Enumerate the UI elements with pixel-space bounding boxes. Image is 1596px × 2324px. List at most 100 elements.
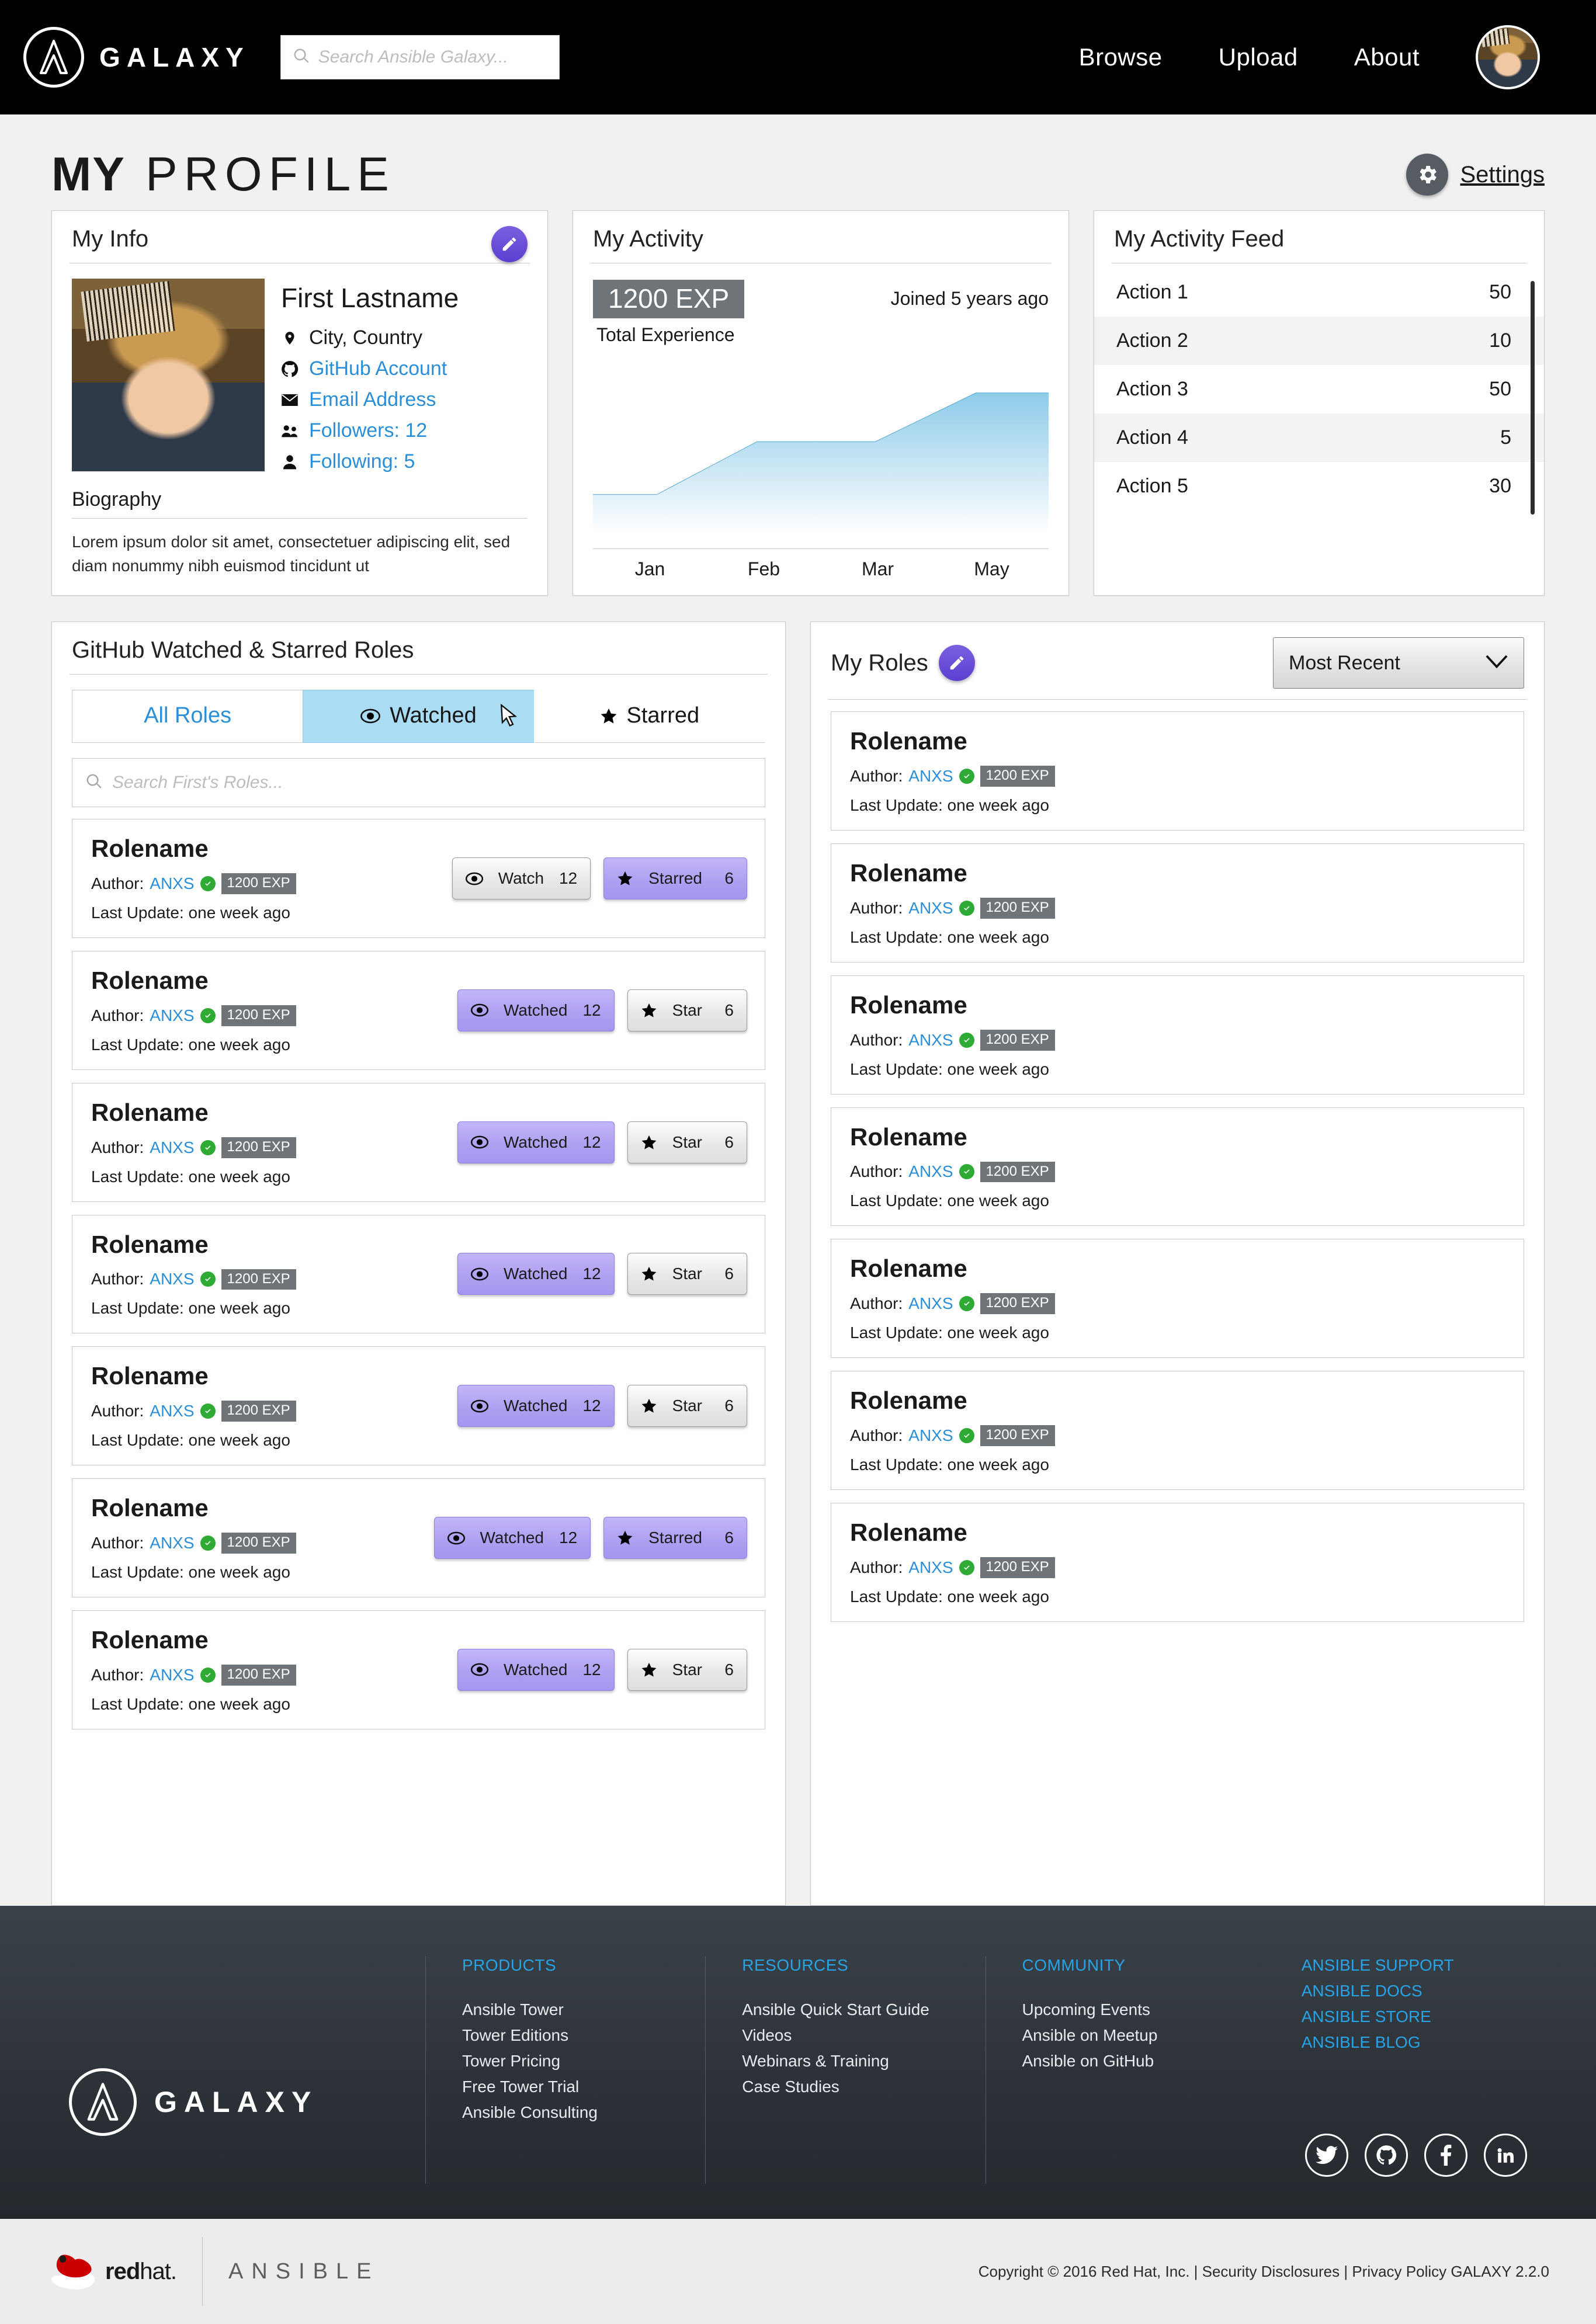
footer-link[interactable]: Free Tower Trial [462,2078,705,2096]
github-role-item[interactable]: Rolename Author: ANXS 1200 EXP Last Update: … [72,1610,765,1729]
list-item[interactable]: Action 4 5 [1094,414,1544,462]
meta-followers[interactable]: Followers: 12 [281,419,528,442]
watch-toggle-button[interactable]: Watched 12 [457,1385,615,1427]
github-role-item[interactable]: Rolename Author: ANXS 1200 EXP Last Update: … [72,1082,765,1202]
brand-logo[interactable]: GALAXY [23,27,250,88]
roles-search[interactable] [72,758,765,808]
meta-email[interactable]: Email Address [281,388,528,411]
role-author-link[interactable]: ANXS [908,899,953,918]
meta-followers-label[interactable]: Followers: 12 [309,419,427,442]
my-roles-sort-select[interactable]: Most Recent [1273,637,1524,689]
watch-toggle-button[interactable]: Watched 12 [457,1253,615,1295]
global-search[interactable] [280,35,560,79]
role-author-link[interactable]: ANXS [150,1270,194,1288]
meta-following-label[interactable]: Following: 5 [309,450,415,473]
my-role-item[interactable]: Rolename Author: ANXS 1200 EXP Last Update: … [831,711,1524,831]
footer-link[interactable]: Ansible on Meetup [1022,2026,1265,2045]
watch-toggle-button[interactable]: Watched 12 [433,1517,591,1559]
footer-link[interactable]: Ansible Tower [462,2000,705,2019]
star-toggle-button[interactable]: Starred 6 [603,857,747,900]
footer-link[interactable]: Case Studies [742,2078,985,2096]
roles-search-input[interactable] [112,773,752,793]
tab-all-roles[interactable]: All Roles [72,690,304,744]
footer-link[interactable]: Upcoming Events [1022,2000,1265,2019]
watch-toggle-button[interactable]: Watched 12 [457,1648,615,1691]
github-role-item[interactable]: Rolename Author: ANXS 1200 EXP Last Update: … [72,950,765,1070]
role-name[interactable]: Rolename [850,859,1506,887]
role-author-link[interactable]: ANXS [908,1031,953,1050]
role-name[interactable]: Rolename [850,1255,1506,1283]
watch-toggle-button[interactable]: Watched 12 [457,989,615,1031]
watch-toggle-button[interactable]: Watch 12 [452,857,591,900]
role-author-link[interactable]: ANXS [150,1006,194,1025]
tab-starred[interactable]: Starred [533,690,765,744]
footer-link[interactable]: Videos [742,2026,985,2045]
footer-link-ansible-blog[interactable]: ANSIBLE BLOG [1302,2033,1545,2052]
role-author-link[interactable]: ANXS [908,1426,953,1445]
my-role-item[interactable]: Rolename Author: ANXS 1200 EXP Last Update: … [831,1371,1524,1490]
meta-github[interactable]: GitHub Account [281,357,528,380]
star-toggle-button[interactable]: Star 6 [627,1121,747,1163]
role-name[interactable]: Rolename [91,1099,457,1127]
activity-feed-scrollbar[interactable] [1531,281,1535,515]
role-author-link[interactable]: ANXS [150,874,194,893]
meta-following[interactable]: Following: 5 [281,450,528,473]
github-icon[interactable] [1365,2134,1408,2177]
role-name[interactable]: Rolename [91,967,457,995]
role-name[interactable]: Rolename [850,727,1506,755]
role-author-link[interactable]: ANXS [150,1138,194,1157]
list-item[interactable]: Action 3 50 [1094,365,1544,414]
role-name[interactable]: Rolename [91,835,452,863]
footer-link[interactable]: Webinars & Training [742,2052,985,2071]
my-role-item[interactable]: Rolename Author: ANXS 1200 EXP Last Update: … [831,1107,1524,1227]
settings-link[interactable]: Settings [1406,154,1545,196]
nav-link-about[interactable]: About [1354,43,1420,71]
star-toggle-button[interactable]: Star 6 [627,989,747,1031]
star-toggle-button[interactable]: Star 6 [627,1253,747,1295]
linkedin-icon[interactable] [1484,2134,1527,2177]
list-item[interactable]: Action 5 30 [1094,462,1544,510]
star-toggle-button[interactable]: Starred 6 [603,1517,747,1559]
role-author-link[interactable]: ANXS [150,1534,194,1552]
facebook-icon[interactable] [1424,2134,1467,2177]
role-author-link[interactable]: ANXS [150,1402,194,1420]
footer-link-ansible-support[interactable]: ANSIBLE SUPPORT [1302,1956,1545,1975]
role-author-link[interactable]: ANXS [150,1666,194,1684]
settings-label[interactable]: Settings [1460,162,1545,188]
edit-profile-button[interactable] [491,226,528,262]
github-role-item[interactable]: Rolename Author: ANXS 1200 EXP Last Update: … [72,819,765,938]
nav-link-upload[interactable]: Upload [1219,43,1298,71]
watch-toggle-button[interactable]: Watched 12 [457,1121,615,1163]
github-role-item[interactable]: Rolename Author: ANXS 1200 EXP Last Update: … [72,1214,765,1334]
role-author-link[interactable]: ANXS [908,1162,953,1181]
role-name[interactable]: Rolename [850,1387,1506,1415]
my-role-item[interactable]: Rolename Author: ANXS 1200 EXP Last Update: … [831,843,1524,963]
list-item[interactable]: Action 2 10 [1094,317,1544,365]
nav-link-browse[interactable]: Browse [1079,43,1163,71]
tab-watched[interactable]: Watched [303,690,535,744]
role-name[interactable]: Rolename [91,1494,434,1522]
footer-link[interactable]: Ansible on GitHub [1022,2052,1265,2071]
twitter-icon[interactable] [1305,2134,1348,2177]
role-name[interactable]: Rolename [850,1519,1506,1547]
footer-link[interactable]: Ansible Quick Start Guide [742,2000,985,2019]
role-name[interactable]: Rolename [91,1231,457,1259]
star-toggle-button[interactable]: Star 6 [627,1648,747,1691]
footer-link-ansible-docs[interactable]: ANSIBLE DOCS [1302,1982,1545,2000]
footer-link-ansible-store[interactable]: ANSIBLE STORE [1302,2007,1545,2026]
role-name[interactable]: Rolename [91,1626,457,1654]
list-item[interactable]: Action 1 50 [1094,268,1544,317]
role-author-link[interactable]: ANXS [908,1294,953,1313]
role-name[interactable]: Rolename [91,1362,457,1390]
my-role-item[interactable]: Rolename Author: ANXS 1200 EXP Last Update: … [831,975,1524,1095]
meta-github-label[interactable]: GitHub Account [309,357,447,380]
role-name[interactable]: Rolename [850,991,1506,1019]
gear-icon[interactable] [1406,154,1449,196]
my-role-item[interactable]: Rolename Author: ANXS 1200 EXP Last Update: … [831,1502,1524,1622]
footer-link[interactable]: Tower Pricing [462,2052,705,2071]
github-role-item[interactable]: Rolename Author: ANXS 1200 EXP Last Update: … [72,1346,765,1466]
role-author-link[interactable]: ANXS [908,1558,953,1577]
meta-email-label[interactable]: Email Address [309,388,436,411]
search-input[interactable] [318,47,547,67]
footer-link[interactable]: Tower Editions [462,2026,705,2045]
